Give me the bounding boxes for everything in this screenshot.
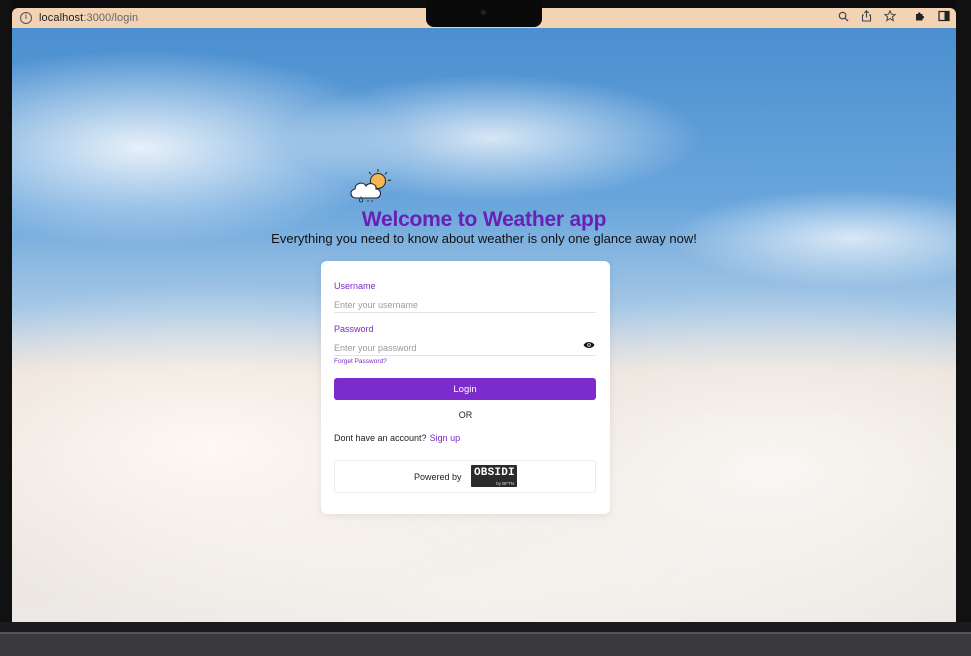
share-icon[interactable] [861, 8, 872, 28]
forgot-password-link[interactable]: Forget Password? [334, 358, 387, 365]
password-input[interactable] [334, 341, 596, 356]
page-viewport: Welcome to Weather app Everything you ne… [12, 28, 956, 622]
show-password-eye-icon[interactable] [583, 341, 595, 349]
no-account-text: Dont have an account? [334, 433, 427, 443]
password-label: Password [334, 324, 374, 334]
screen-bezel-right [956, 0, 971, 622]
signup-link[interactable]: Sign up [430, 433, 461, 443]
brand-sub: by BFTN [496, 481, 514, 486]
screen-bezel-left [0, 0, 12, 622]
weather-cloud-sun-icon [350, 169, 392, 203]
camera-dot [481, 10, 486, 15]
bookmark-star-icon[interactable] [883, 8, 897, 28]
url-path: :3000/login [83, 12, 139, 24]
brand-name: OBSIDI [474, 467, 515, 479]
sidebar-icon[interactable] [938, 8, 950, 28]
url-text[interactable]: localhost:3000/login [39, 12, 138, 24]
login-button[interactable]: Login [334, 378, 596, 400]
obsidi-logo: OBSIDI by BFTN [471, 465, 517, 487]
signup-prompt: Dont have an account? Sign up [334, 433, 460, 443]
info-icon[interactable]: i [20, 12, 32, 24]
or-divider: OR [458, 410, 473, 420]
camera-notch [426, 0, 542, 27]
powered-by-label: Powered by [414, 472, 462, 482]
powered-by-box: Powered by OBSIDI by BFTN [334, 460, 596, 493]
url-host: localhost [39, 12, 84, 24]
browser-toolbar-icons [838, 8, 950, 28]
page-subtitle: Everything you need to know about weathe… [271, 231, 697, 246]
zoom-icon[interactable] [838, 8, 849, 28]
laptop-hinge [0, 632, 971, 634]
login-card: Username Password Forget Password? Login… [321, 261, 610, 514]
page-title: Welcome to Weather app [361, 208, 607, 231]
username-input[interactable] [334, 298, 596, 313]
extensions-icon[interactable] [914, 8, 926, 28]
laptop-base [0, 622, 971, 656]
username-label: Username [334, 281, 376, 291]
